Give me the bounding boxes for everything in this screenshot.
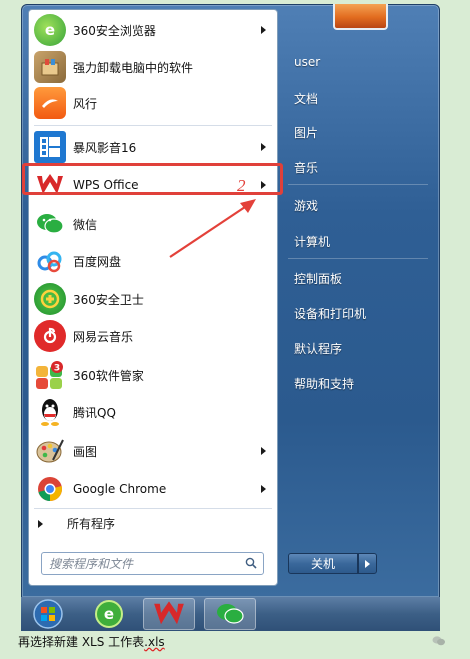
program-item-label: 画图 bbox=[73, 444, 98, 459]
program-item-qq[interactable]: 腾讯QQ bbox=[30, 394, 276, 430]
start-orb-icon bbox=[33, 599, 63, 629]
divider bbox=[288, 258, 428, 259]
program-item-label: 腾讯QQ bbox=[73, 405, 116, 420]
right-item-devices-printers[interactable]: 设备和打印机 bbox=[294, 305, 366, 322]
right-item-music[interactable]: 音乐 bbox=[294, 159, 318, 176]
qq-penguin-icon bbox=[34, 396, 66, 428]
program-item-360-browser[interactable]: e 360安全浏览器 bbox=[30, 12, 276, 48]
chevron-right-icon bbox=[365, 559, 370, 568]
program-item-label: Google Chrome bbox=[73, 482, 167, 496]
caption-suffix: .xls bbox=[144, 635, 165, 649]
all-programs-label: 所有程序 bbox=[67, 517, 116, 531]
chevron-right-icon bbox=[261, 485, 266, 493]
wechat-watermark-icon bbox=[432, 636, 445, 646]
program-item-baofeng[interactable]: 暴风影音16 bbox=[30, 129, 276, 165]
right-item-documents[interactable]: 文档 bbox=[294, 90, 318, 107]
shutdown-options-button[interactable] bbox=[358, 553, 377, 574]
right-item-help[interactable]: 帮助和支持 bbox=[294, 375, 354, 392]
shutdown-button[interactable]: 关机 bbox=[288, 553, 358, 574]
browser-360-icon: e bbox=[34, 14, 66, 46]
uninstall-box-icon bbox=[34, 51, 66, 83]
right-item-default-programs[interactable]: 默认程序 bbox=[294, 340, 342, 357]
divider bbox=[288, 184, 428, 185]
divider bbox=[34, 125, 272, 126]
guard-360-icon bbox=[34, 283, 66, 315]
svg-text:3: 3 bbox=[54, 364, 60, 374]
svg-text:e: e bbox=[104, 605, 114, 623]
baidu-netdisk-icon bbox=[34, 245, 66, 277]
wechat-icon bbox=[34, 208, 66, 240]
taskbar-wechat[interactable] bbox=[204, 598, 256, 630]
program-item-wechat[interactable]: 微信 bbox=[30, 206, 276, 242]
right-item-computer[interactable]: 计算机 bbox=[294, 233, 330, 250]
chevron-right-icon bbox=[261, 143, 266, 151]
browser-360-icon: e bbox=[95, 600, 123, 628]
baofeng-icon bbox=[34, 131, 66, 163]
program-item-label: 强力卸载电脑中的软件 bbox=[73, 60, 194, 75]
wps-icon bbox=[154, 601, 184, 625]
right-item-pictures[interactable]: 图片 bbox=[294, 124, 318, 141]
program-item-paint[interactable]: 画图 bbox=[30, 433, 276, 469]
right-item-user[interactable]: user bbox=[294, 55, 320, 69]
program-item-label: 360软件管家 bbox=[73, 368, 144, 383]
triangle-right-icon bbox=[38, 519, 43, 528]
program-item-label: 360安全卫士 bbox=[73, 292, 144, 307]
all-programs-button[interactable]: 所有程序 bbox=[38, 515, 115, 532]
chrome-icon bbox=[34, 473, 66, 505]
chevron-right-icon bbox=[261, 447, 266, 455]
paint-palette-icon bbox=[34, 435, 66, 467]
taskbar-wps[interactable] bbox=[143, 598, 195, 630]
program-item-label: 百度网盘 bbox=[73, 254, 122, 269]
chevron-right-icon bbox=[261, 26, 266, 34]
software-manager-360-icon: 3 bbox=[34, 359, 66, 391]
search-icon bbox=[245, 557, 257, 569]
right-item-control-panel[interactable]: 控制面板 bbox=[294, 270, 342, 287]
shutdown-label: 关机 bbox=[310, 557, 335, 571]
program-item-netease-music[interactable]: 网易云音乐 bbox=[30, 318, 276, 354]
program-item-uninstall[interactable]: 强力卸载电脑中的软件 bbox=[30, 49, 276, 85]
program-item-label: 网易云音乐 bbox=[73, 329, 134, 344]
program-item-360-software-manager[interactable]: 3 360软件管家 bbox=[30, 357, 276, 393]
caption-prefix: 再选择新建 XLS 工作表 bbox=[18, 635, 145, 649]
program-item-label: 风行 bbox=[73, 96, 98, 111]
program-item-google-chrome[interactable]: Google Chrome bbox=[30, 471, 276, 507]
user-avatar[interactable] bbox=[333, 4, 388, 30]
search-input[interactable]: 搜索程序和文件 bbox=[41, 552, 264, 575]
divider bbox=[34, 508, 272, 509]
search-placeholder: 搜索程序和文件 bbox=[49, 557, 134, 571]
funshion-icon bbox=[34, 87, 66, 119]
start-button[interactable] bbox=[22, 598, 74, 630]
step-number-label: 2 bbox=[237, 176, 246, 195]
program-item-360-guard[interactable]: 360安全卫士 bbox=[30, 281, 276, 317]
taskbar-360-browser[interactable]: e bbox=[83, 598, 135, 630]
program-item-label: 暴风影音16 bbox=[73, 140, 137, 155]
wechat-icon bbox=[217, 604, 244, 624]
program-item-baidu-netdisk[interactable]: 百度网盘 bbox=[30, 243, 276, 279]
program-item-label: 360安全浏览器 bbox=[73, 23, 156, 38]
program-item-label: 微信 bbox=[73, 217, 98, 232]
netease-music-icon bbox=[34, 320, 66, 352]
program-item-funshion[interactable]: 风行 bbox=[30, 85, 276, 121]
right-item-games[interactable]: 游戏 bbox=[294, 197, 318, 214]
caption-text: 再选择新建 XLS 工作表.xls bbox=[18, 633, 165, 650]
